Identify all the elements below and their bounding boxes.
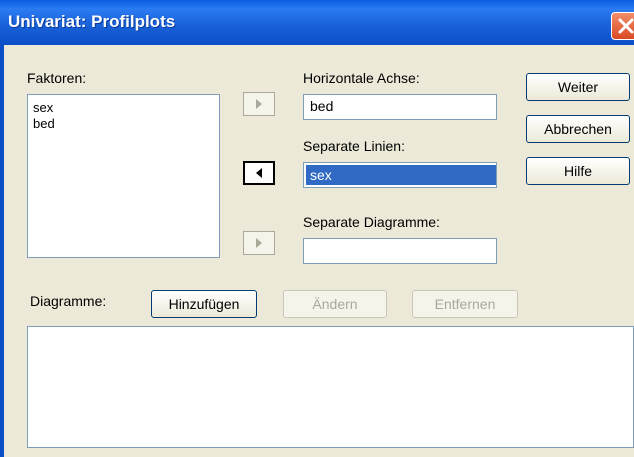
cancel-button[interactable]: Abbrechen [526, 115, 630, 143]
move-to-separate-lines-button[interactable] [243, 161, 275, 185]
close-icon [618, 18, 634, 34]
list-item[interactable]: bed [33, 116, 55, 131]
add-button[interactable]: Hinzufügen [151, 290, 257, 318]
move-to-horizontal-axis-button[interactable] [243, 92, 275, 116]
separate-lines-field[interactable]: sex [303, 162, 497, 188]
horizontal-axis-field[interactable]: bed [303, 94, 497, 120]
continue-button[interactable]: Weiter [526, 73, 630, 101]
window-title: Univariat: Profilplots [8, 12, 176, 31]
arrow-right-icon [256, 238, 262, 248]
change-button[interactable]: Ändern [283, 290, 387, 318]
move-to-separate-diagrams-button[interactable] [243, 231, 275, 255]
arrow-left-icon [256, 168, 262, 178]
horizontal-axis-label: Horizontale Achse: [303, 70, 420, 86]
separate-lines-value: sex [306, 165, 496, 185]
list-item[interactable]: sex [33, 100, 53, 115]
close-button[interactable] [611, 12, 634, 40]
separate-diagrams-field[interactable] [303, 238, 497, 264]
separate-lines-label: Separate Linien: [303, 138, 405, 154]
arrow-right-icon [256, 99, 262, 109]
diagrams-list[interactable] [27, 326, 634, 448]
remove-button[interactable]: Entfernen [412, 290, 518, 318]
diagrams-label: Diagramme: [30, 293, 107, 309]
help-button[interactable]: Hilfe [526, 157, 630, 185]
factors-list[interactable]: sex bed [27, 94, 220, 258]
separate-diagrams-label: Separate Diagramme: [303, 214, 440, 230]
window-frame [0, 45, 4, 457]
factors-label: Faktoren: [27, 70, 87, 86]
title-bar: Univariat: Profilplots [0, 0, 634, 45]
